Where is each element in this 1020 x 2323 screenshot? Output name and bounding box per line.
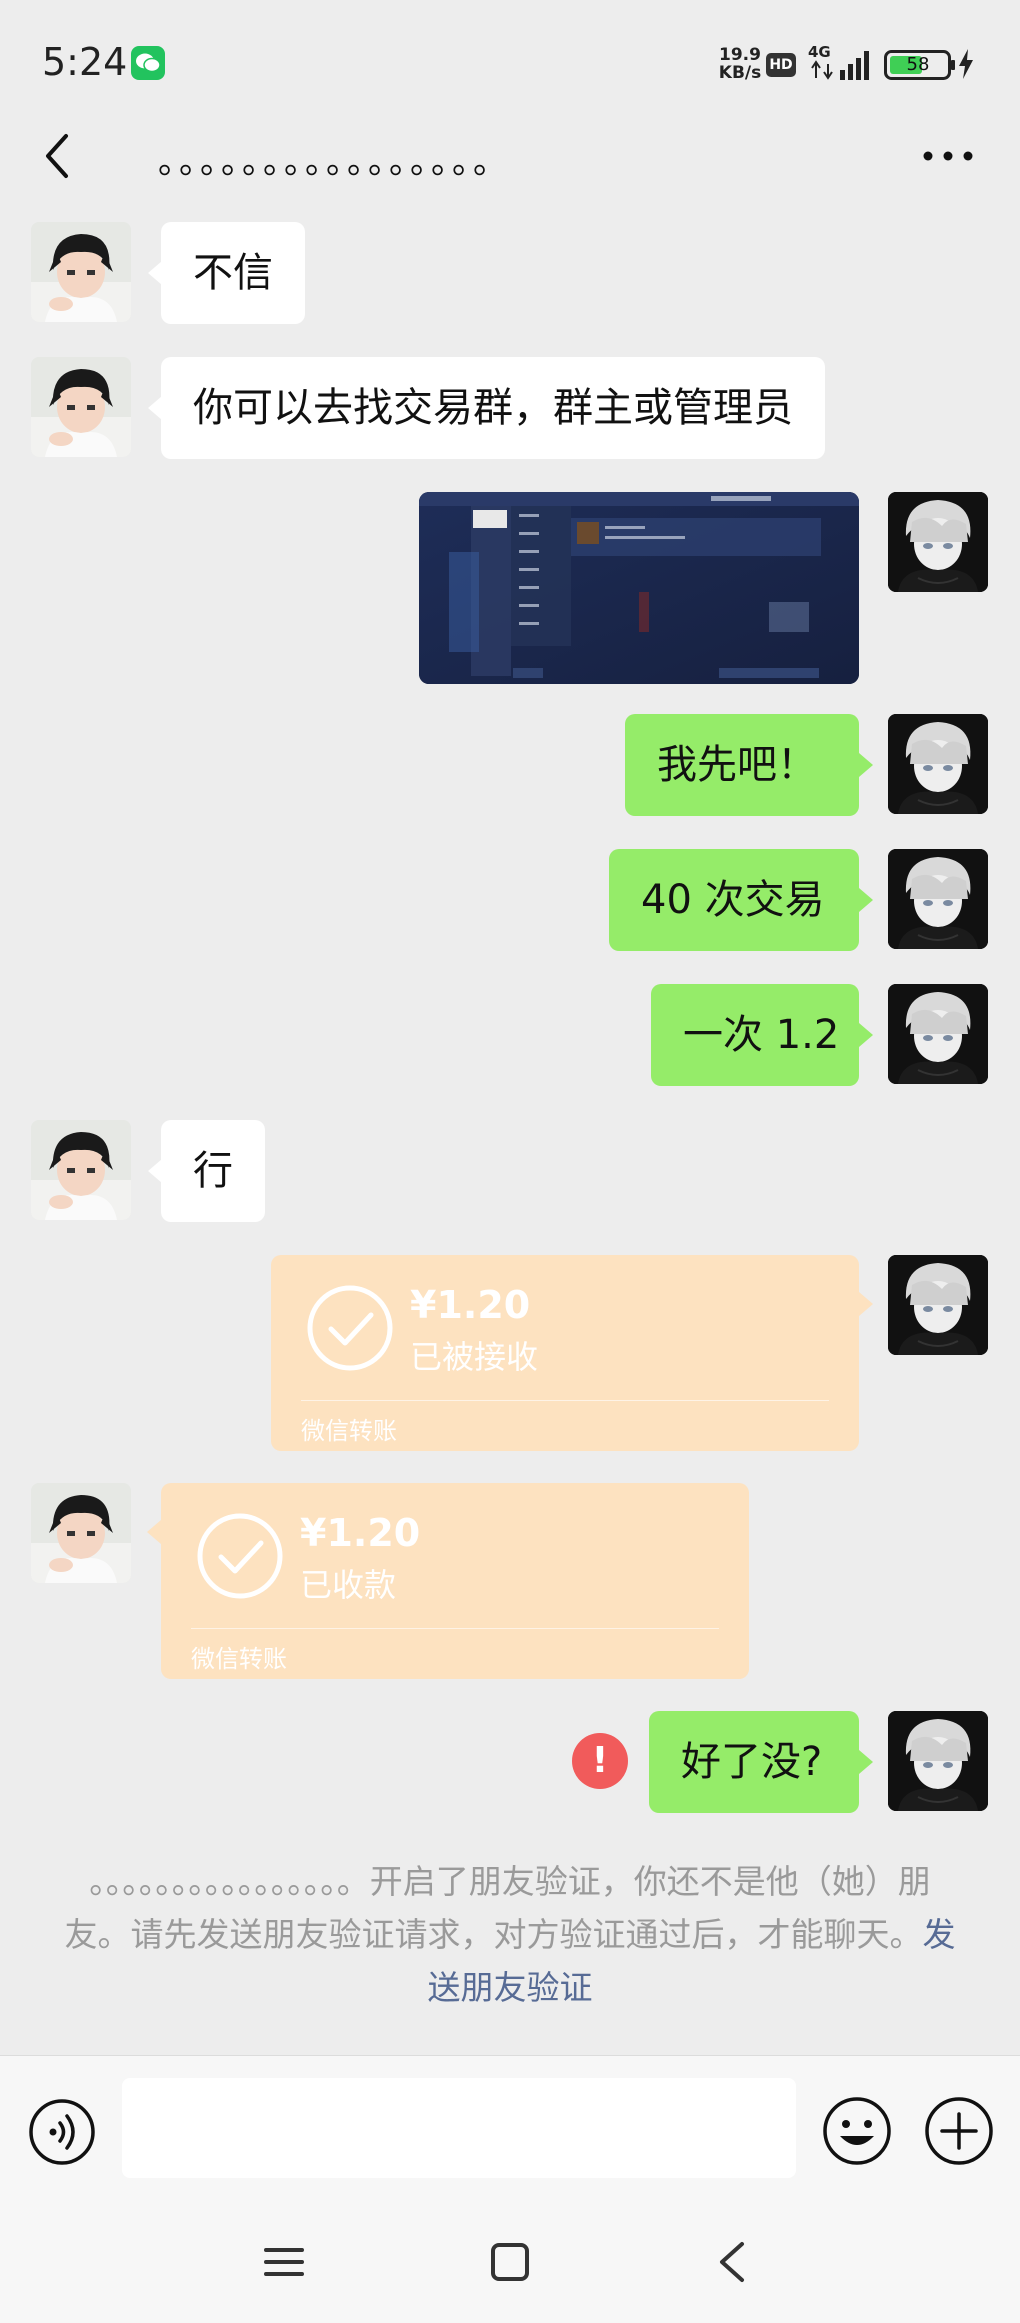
menu-icon[interactable] [264, 2242, 304, 2282]
avatar-other[interactable] [31, 1483, 131, 1583]
hd-badge: HD [766, 53, 796, 77]
battery-level: 58 [906, 54, 930, 75]
bubble-tail [148, 396, 162, 420]
nav-back-icon[interactable] [716, 2240, 748, 2284]
check-circle-icon [195, 1511, 285, 1601]
avatar-other[interactable] [31, 222, 131, 322]
avatar-self[interactable] [888, 714, 988, 814]
home-icon[interactable] [490, 2242, 530, 2282]
avatar-self[interactable] [888, 1711, 988, 1811]
network-speed: 19.9 KB/s [714, 46, 766, 82]
message-bubble-self[interactable]: 我先吧！ [625, 714, 859, 816]
message-bubble-self[interactable]: 一次 1.2 [651, 984, 859, 1086]
plus-icon[interactable] [924, 2096, 994, 2166]
transfer-label: 微信转账 [191, 1645, 287, 1673]
bubble-tail [859, 1292, 873, 1316]
message-bubble-other[interactable]: 不信 [161, 222, 305, 324]
bubble-tail [859, 1750, 873, 1774]
back-arrow-icon[interactable] [40, 132, 76, 180]
avatar-self[interactable] [888, 984, 988, 1084]
transfer-label: 微信转账 [301, 1417, 397, 1445]
transfer-amount: ¥1.20 [410, 1283, 531, 1327]
bubble-tail [859, 753, 873, 777]
transfer-status: 已收款 [300, 1566, 397, 1604]
bubble-tail [148, 1159, 162, 1183]
speed-unit: KB/s [718, 63, 762, 83]
more-icon[interactable] [920, 142, 976, 170]
notice-text: 。。。。。。。。。。。。。。。。开启了朋友验证，你还不是他（她）朋友。请先发送朋… [64, 1862, 931, 1954]
emoji-icon[interactable] [822, 2096, 892, 2166]
avatar-other[interactable] [31, 1120, 131, 1220]
message-bubble-self[interactable]: 好了没? [649, 1711, 859, 1813]
transfer-card-sent[interactable]: ¥1.20 已被接收 微信转账 [271, 1255, 859, 1451]
message-bubble-other[interactable]: 行 [161, 1120, 265, 1222]
avatar-self[interactable] [888, 849, 988, 949]
message-bubble-self[interactable]: 40 次交易 [609, 849, 859, 951]
bubble-tail [148, 261, 162, 285]
divider [191, 1628, 719, 1629]
signal-icon [811, 51, 869, 80]
voice-icon[interactable] [28, 2098, 96, 2166]
avatar-self[interactable] [888, 1255, 988, 1355]
divider [301, 1400, 829, 1401]
friend-verification-notice: 。。。。。。。。。。。。。。。。开启了朋友验证，你还不是他（她）朋友。请先发送朋… [60, 1855, 960, 2014]
bubble-tail [859, 1023, 873, 1047]
transfer-status: 已被接收 [410, 1338, 539, 1376]
transfer-card-received[interactable]: ¥1.20 已收款 微信转账 [161, 1483, 749, 1679]
error-icon[interactable]: ! [572, 1733, 628, 1789]
check-circle-icon [305, 1283, 395, 1373]
status-time: 5:24 [42, 40, 128, 84]
chat-title: 。。。。。。。。。。。。。。。。 [158, 142, 511, 182]
bubble-tail [147, 1520, 161, 1544]
message-input[interactable] [122, 2078, 796, 2178]
message-bubble-other[interactable]: 你可以去找交易群，群主或管理员 [161, 357, 825, 459]
avatar-self[interactable] [888, 492, 988, 592]
charging-icon [959, 49, 973, 79]
avatar-other[interactable] [31, 357, 131, 457]
bubble-tail [859, 888, 873, 912]
wechat-icon [131, 46, 165, 80]
image-message[interactable] [419, 492, 859, 684]
speed-value: 19.9 [719, 45, 761, 65]
transfer-amount: ¥1.20 [300, 1511, 421, 1555]
